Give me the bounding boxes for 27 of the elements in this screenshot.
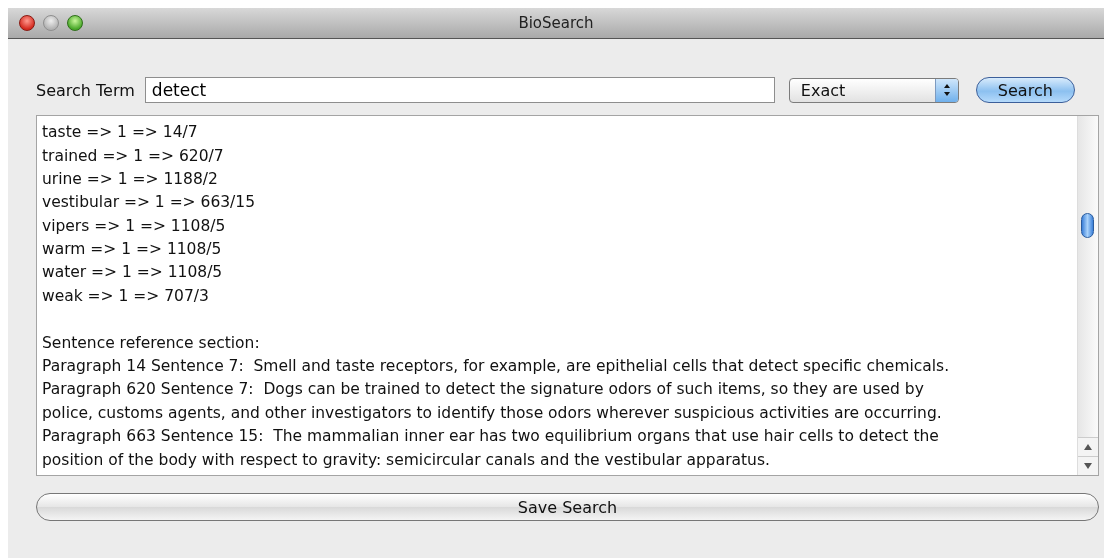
- result-line: weak => 1 => 707/3: [42, 285, 210, 307]
- close-button[interactable]: [19, 15, 35, 31]
- search-term-label: Search Term: [36, 80, 135, 100]
- result-line: police, customs agents, and other investigators to identify those odors wherever suspicious activities are occurring.: [42, 402, 943, 424]
- result-line: taste => 1 => 14/7: [42, 122, 199, 144]
- result-line: urine => 1 => 1188/2: [42, 168, 219, 190]
- down-arrow-icon: [1084, 463, 1092, 469]
- scroll-thumb[interactable]: [1081, 213, 1094, 238]
- result-line: Paragraph 14 Sentence 7: Smell and taste receptors, for example, are epithelial cells that detect specific chemicals.: [42, 356, 951, 378]
- result-line: vestibular => 1 => 663/15: [42, 192, 257, 214]
- save-search-button[interactable]: Save Search: [36, 493, 1099, 521]
- result-line: trained => 1 => 620/7: [42, 145, 225, 167]
- search-button[interactable]: Search: [975, 77, 1075, 103]
- result-line: Paragraph 663 Sentence 15: The mammalian inner ear has two equilibrium organs that use hair cells to detect the: [42, 426, 940, 448]
- search-field[interactable]: detect: [144, 77, 775, 103]
- result-line: water => 1 => 1108/5: [42, 262, 224, 284]
- result-line: Paragraph 620 Sentence 7: Dogs can be trained to detect the signature odors of such items, so they are used by: [42, 379, 925, 401]
- up-down-arrows-icon: [942, 83, 951, 97]
- section-heading: Sentence reference section:: [42, 332, 261, 354]
- result-line: warm => 1 => 1108/5: [42, 239, 223, 261]
- match-mode-dropdown[interactable]: Exact: [788, 77, 959, 103]
- result-line: position of the body with respect to gravity: semicircular canals and the vestibular apparatus.: [42, 449, 771, 471]
- zoom-button[interactable]: [67, 15, 83, 31]
- result-line: vipers => 1 => 1108/5: [42, 215, 227, 237]
- vertical-scrollbar[interactable]: [1077, 116, 1098, 475]
- window-title: BioSearch: [518, 14, 594, 32]
- up-arrow-icon: [1084, 444, 1092, 450]
